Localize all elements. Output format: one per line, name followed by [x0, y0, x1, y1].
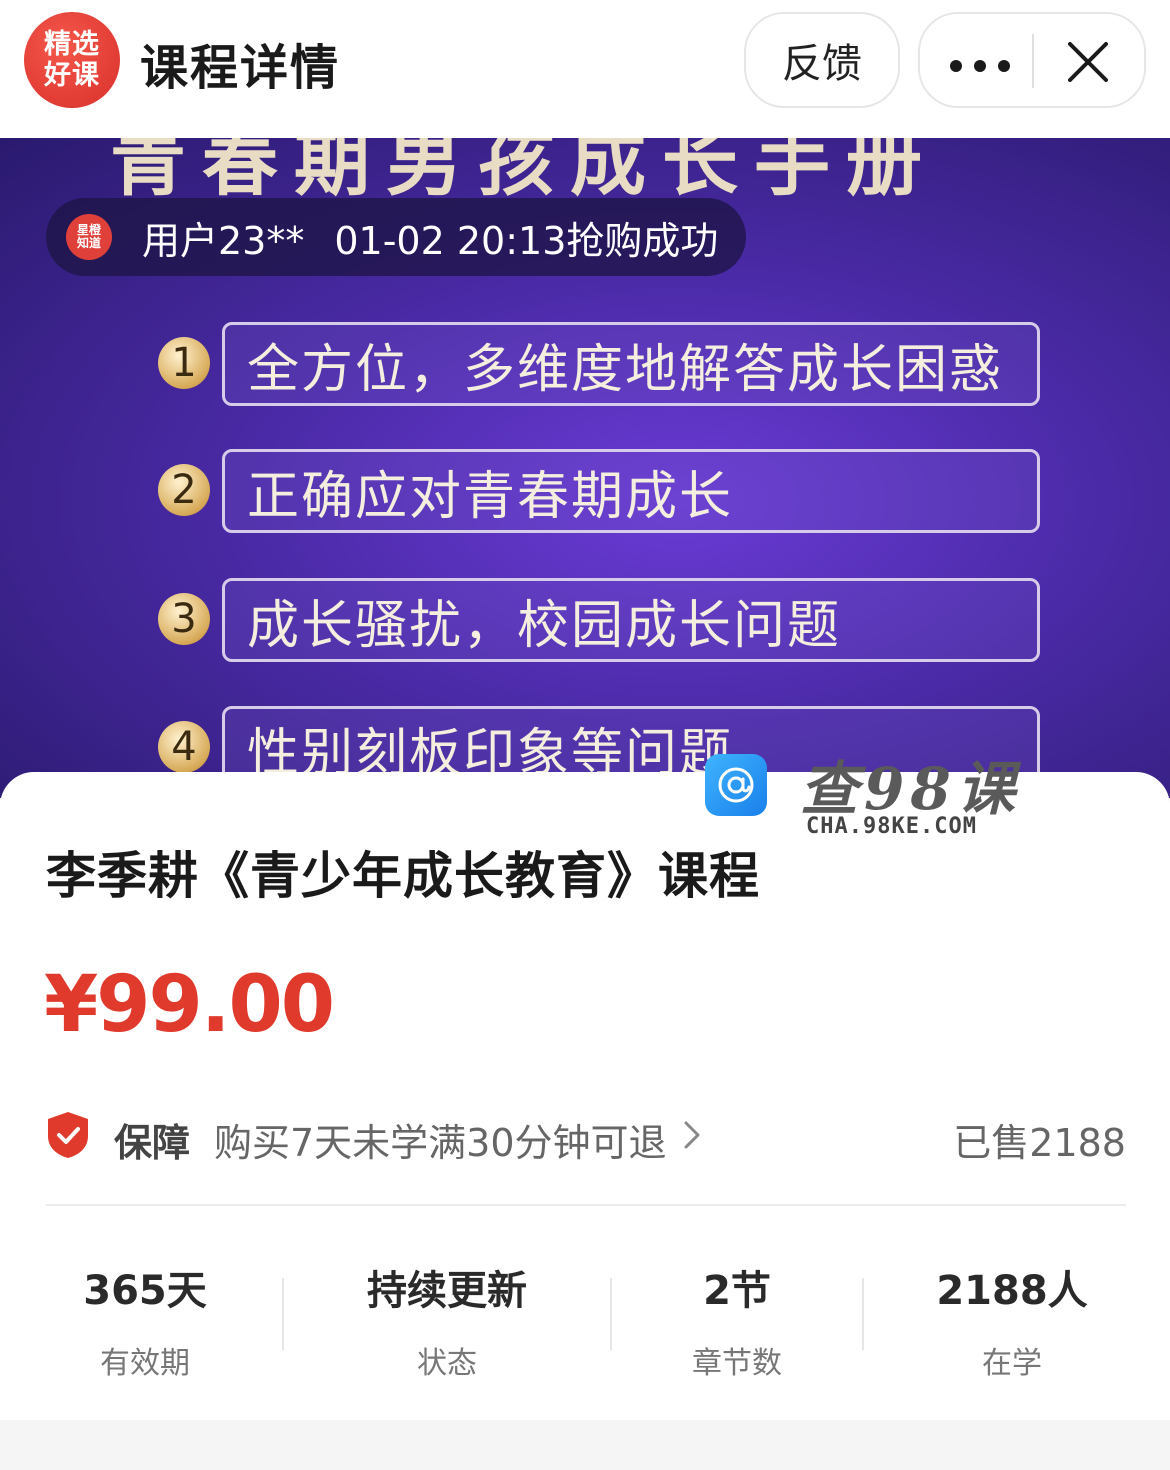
mini-program-capsule: [918, 12, 1146, 108]
guarantee-row[interactable]: 保障 购买7天未学满30分钟可退 已售2188: [46, 1106, 1126, 1165]
stat-divider: [862, 1278, 864, 1350]
stat-validity: 365天 有效期: [40, 1258, 250, 1382]
stat-divider: [282, 1278, 284, 1350]
stat-value: 2188人: [936, 1268, 1088, 1314]
stat-label: 在学: [982, 1346, 1042, 1381]
ticker-user: 用户23**: [142, 218, 305, 263]
stat-divider: [610, 1278, 612, 1350]
feature-number-badge: 1: [158, 337, 210, 389]
feature-text: 全方位，多维度地解答成长困惑: [222, 322, 1040, 406]
stat-value: 365天: [83, 1268, 207, 1314]
feature-number-badge: 4: [158, 721, 210, 773]
guarantee-text: 购买7天未学满30分钟可退: [214, 1121, 667, 1165]
ticker-time: 01-02 20:13抢购成功: [334, 218, 719, 263]
stat-value: 2节: [703, 1268, 771, 1314]
feature-number-badge: 2: [158, 464, 210, 516]
divider: [46, 1204, 1126, 1206]
stat-label: 章节数: [692, 1346, 782, 1381]
stat-label: 状态: [417, 1346, 477, 1381]
watermark-subtitle: CHA.98KE.COM: [806, 814, 977, 839]
feedback-button[interactable]: 反馈: [744, 12, 900, 108]
page-title: 课程详情: [140, 40, 341, 96]
shield-check-icon: [48, 1112, 88, 1158]
feature-number-badge: 3: [158, 593, 210, 645]
stat-learners: 2188人 在学: [912, 1258, 1112, 1382]
ticker-avatar: 星橙知道: [66, 214, 112, 260]
course-info-card: 李季耕《青少年成长教育》课程 ¥99.00 保障 购买7天未学满30分钟可退 已…: [0, 772, 1170, 1420]
course-cover-banner[interactable]: 青春期男孩成长手册 星橙知道 用户23** 01-02 20:13抢购成功 1 …: [0, 138, 1170, 798]
more-dots-icon[interactable]: [950, 60, 1010, 72]
course-stats: 365天 有效期 持续更新 状态 2节 章节数 2188人 在学: [0, 1258, 1170, 1381]
stat-chapters: 2节 章节数: [652, 1258, 822, 1382]
feature-item: 2 正确应对青春期成长: [156, 449, 1041, 533]
guarantee-label: 保障: [114, 1121, 191, 1165]
stat-label: 有效期: [100, 1346, 190, 1381]
purchase-ticker: 星橙知道 用户23** 01-02 20:13抢购成功: [46, 198, 746, 276]
feature-text: 成长骚扰，校园成长问题: [222, 578, 1040, 662]
ticker-avatar-text: 星橙知道: [76, 223, 101, 250]
feature-item: 3 成长骚扰，校园成长问题: [156, 578, 1041, 662]
course-price: ¥99.00: [44, 960, 335, 1050]
watermark-logo-icon: [705, 754, 767, 816]
feature-text: 正确应对青春期成长: [222, 449, 1040, 533]
capsule-divider: [1032, 34, 1034, 88]
stat-value: 持续更新: [367, 1268, 527, 1314]
logo-text: 精选好课: [44, 29, 100, 91]
top-nav-bar: 精选好课 课程详情 反馈: [0, 0, 1170, 138]
app-logo: 精选好课: [24, 12, 120, 108]
at-symbol-icon: [718, 767, 754, 803]
course-title: 李季耕《青少年成长教育》课程: [46, 847, 760, 905]
stat-status: 持续更新 状态: [330, 1258, 564, 1382]
feature-item: 1 全方位，多维度地解答成长困惑: [156, 322, 1041, 406]
sold-count: 已售2188: [953, 1121, 1126, 1165]
chevron-right-icon: [684, 1121, 700, 1149]
close-icon[interactable]: [1066, 40, 1110, 84]
